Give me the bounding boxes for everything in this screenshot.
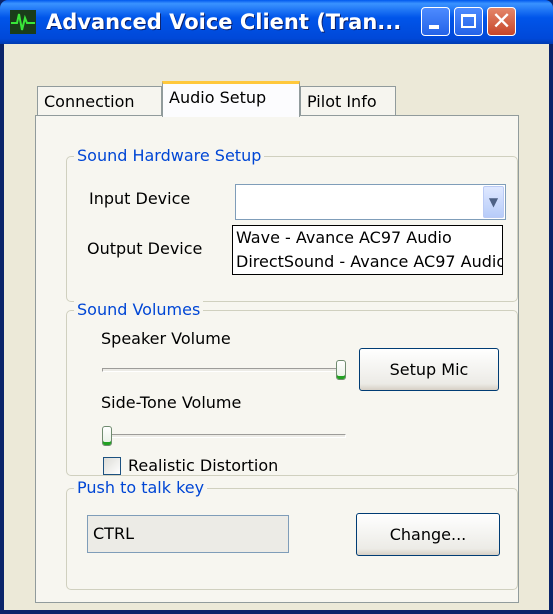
sound-hardware-legend: Sound Hardware Setup <box>74 146 265 166</box>
audio-setup-panel: Sound Hardware Setup Input Device ▼ Outp… <box>35 115 519 603</box>
minimize-button[interactable] <box>421 7 450 36</box>
close-icon: ✕ <box>491 7 512 35</box>
close-button[interactable]: ✕ <box>487 7 516 36</box>
input-device-dropdown-list: Wave - Avance AC97 Audio DirectSound - A… <box>232 225 503 275</box>
side-tone-volume-slider[interactable] <box>102 434 346 438</box>
tab-label: Audio Setup <box>169 88 267 107</box>
chevron-down-icon: ▼ <box>488 195 499 209</box>
push-to-talk-legend: Push to talk key <box>74 478 208 498</box>
ptt-key-field: CTRL <box>87 515 289 553</box>
maximize-button[interactable] <box>454 7 483 36</box>
side-tone-volume-thumb[interactable] <box>102 426 112 446</box>
tab-pilot-info[interactable]: Pilot Info <box>300 86 396 118</box>
title-bar[interactable]: Advanced Voice Client (Tran... ✕ <box>0 0 553 44</box>
realistic-distortion-checkbox[interactable] <box>103 457 121 475</box>
window-title: Advanced Voice Client (Tran... <box>46 10 401 34</box>
tab-label: Pilot Info <box>307 92 377 111</box>
speaker-volume-label: Speaker Volume <box>101 329 231 348</box>
change-key-label: Change... <box>389 525 467 544</box>
speaker-volume-slider[interactable] <box>102 368 346 372</box>
output-device-label: Output Device <box>87 239 203 258</box>
ptt-key-value: CTRL <box>93 524 134 543</box>
dropdown-option[interactable]: DirectSound - Avance AC97 Audio <box>233 250 502 274</box>
side-tone-volume-label: Side-Tone Volume <box>101 393 242 412</box>
sound-volumes-legend: Sound Volumes <box>74 300 204 320</box>
app-window: Advanced Voice Client (Tran... ✕ Connect… <box>0 0 553 614</box>
tab-label: Connection <box>44 92 135 111</box>
realistic-distortion-label: Realistic Distortion <box>128 456 279 475</box>
minimize-icon <box>429 25 439 29</box>
tab-audio-setup[interactable]: Audio Setup <box>162 81 300 117</box>
dropdown-option[interactable]: Wave - Avance AC97 Audio <box>233 226 502 250</box>
tab-connection[interactable]: Connection <box>37 86 162 118</box>
dropdown-arrow-button[interactable]: ▼ <box>483 186 504 218</box>
setup-mic-label: Setup Mic <box>389 360 469 379</box>
client-area: Connection Audio Setup Pilot Info Sound … <box>4 44 549 610</box>
change-key-button[interactable]: Change... <box>356 513 500 556</box>
setup-mic-button[interactable]: Setup Mic <box>359 348 499 391</box>
input-device-label: Input Device <box>89 189 191 208</box>
speaker-volume-thumb[interactable] <box>336 360 346 380</box>
maximize-icon <box>461 14 476 28</box>
input-device-dropdown[interactable]: ▼ <box>235 184 506 220</box>
app-waveform-icon <box>10 10 36 34</box>
